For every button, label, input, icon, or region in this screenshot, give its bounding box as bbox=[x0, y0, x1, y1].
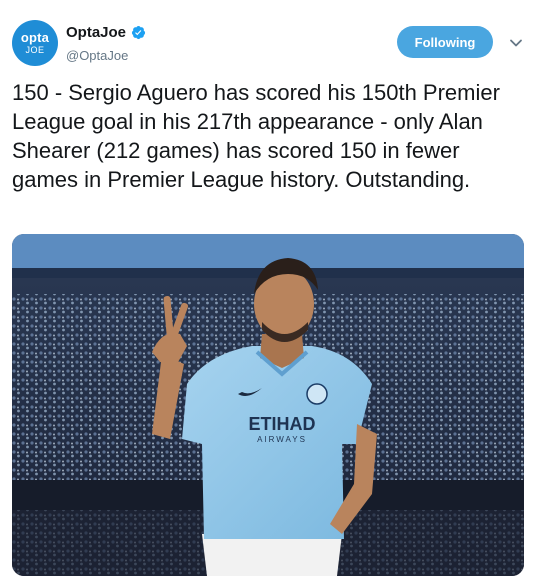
account-info: OptaJoe @OptaJoe bbox=[66, 24, 146, 63]
display-name-row[interactable]: OptaJoe bbox=[66, 24, 146, 41]
avatar-logo-text: opta bbox=[20, 30, 50, 45]
tweet-text: 150 - Sergio Aguero has scored his 150th… bbox=[12, 80, 500, 192]
photo-illustration: ETIHAD AIRWAYS bbox=[12, 234, 524, 576]
player-shorts bbox=[202, 534, 342, 576]
chevron-down-icon[interactable] bbox=[509, 36, 523, 50]
account-handle[interactable]: @OptaJoe bbox=[66, 48, 146, 63]
club-crest bbox=[306, 383, 328, 405]
following-button[interactable]: Following bbox=[397, 26, 493, 58]
shirt-sponsor: ETIHAD bbox=[249, 414, 316, 434]
verified-badge-icon bbox=[131, 25, 146, 40]
avatar-logo-subtext: JOE bbox=[25, 45, 45, 55]
shirt-sponsor-sub: AIRWAYS bbox=[257, 435, 307, 444]
tweet-photo[interactable]: ETIHAD AIRWAYS bbox=[12, 234, 524, 576]
avatar[interactable]: opta JOE bbox=[12, 20, 58, 66]
stand-banner bbox=[12, 234, 524, 268]
display-name[interactable]: OptaJoe bbox=[66, 24, 126, 41]
